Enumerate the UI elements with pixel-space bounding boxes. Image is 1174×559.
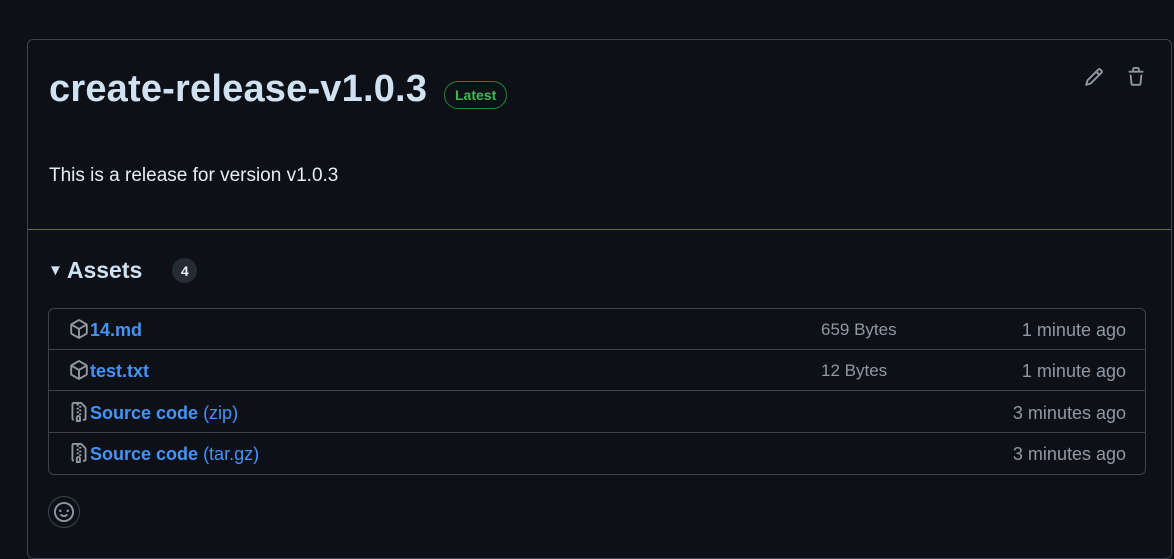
- section-divider: [28, 229, 1171, 230]
- pencil-icon: [1085, 68, 1103, 86]
- release-title[interactable]: create-release-v1.0.3: [49, 68, 427, 111]
- asset-time: 1 minute ago: [1021, 320, 1126, 340]
- release-card: create-release-v1.0.3 Latest This is a r…: [27, 39, 1172, 559]
- asset-size: 12 Bytes: [821, 361, 888, 380]
- asset-ext: (tar.gz): [203, 444, 260, 464]
- assets-count: 4: [172, 258, 198, 283]
- package-icon: [70, 319, 88, 339]
- asset-link[interactable]: 14.md: [90, 320, 142, 341]
- asset-time: 3 minutes ago: [1012, 403, 1126, 423]
- smiley-icon: [54, 502, 74, 522]
- asset-row: 14.md 659 Bytes 1 minute ago: [49, 309, 1145, 350]
- file-zip-icon: [71, 443, 87, 463]
- package-icon: [70, 360, 88, 380]
- asset-row: Source code (zip) 3 minutes ago: [49, 392, 1145, 433]
- caret-down-icon: ▼: [48, 262, 63, 279]
- latest-badge: Latest: [444, 81, 508, 109]
- release-description: This is a release for version v1.0.3: [49, 165, 339, 186]
- assets-title: Assets: [66, 257, 143, 283]
- asset-time: 1 minute ago: [1021, 361, 1126, 381]
- asset-row: test.txt 12 Bytes 1 minute ago: [49, 350, 1145, 391]
- asset-link[interactable]: Source code (zip): [90, 403, 238, 424]
- asset-row: Source code (tar.gz) 3 minutes ago: [49, 433, 1145, 474]
- asset-name: 14.md: [90, 320, 143, 340]
- file-zip-icon: [71, 402, 87, 422]
- edit-button[interactable]: [1081, 64, 1107, 90]
- assets-toggle[interactable]: ▼ Assets 4: [48, 257, 198, 284]
- asset-link[interactable]: Source code (tar.gz): [90, 444, 259, 465]
- asset-list: 14.md 659 Bytes 1 minute ago test.txt 12…: [48, 308, 1146, 475]
- asset-time: 3 minutes ago: [1012, 444, 1126, 464]
- asset-ext: (zip): [203, 403, 239, 423]
- delete-button[interactable]: [1123, 64, 1149, 90]
- add-reaction-button[interactable]: [48, 496, 80, 528]
- release-actions: [1081, 64, 1149, 90]
- asset-name: test.txt: [90, 361, 150, 381]
- asset-name: Source code: [90, 444, 199, 464]
- trash-icon: [1128, 67, 1144, 86]
- asset-size: 659 Bytes: [821, 320, 897, 339]
- asset-link[interactable]: test.txt: [90, 361, 149, 382]
- asset-name: Source code: [90, 403, 199, 423]
